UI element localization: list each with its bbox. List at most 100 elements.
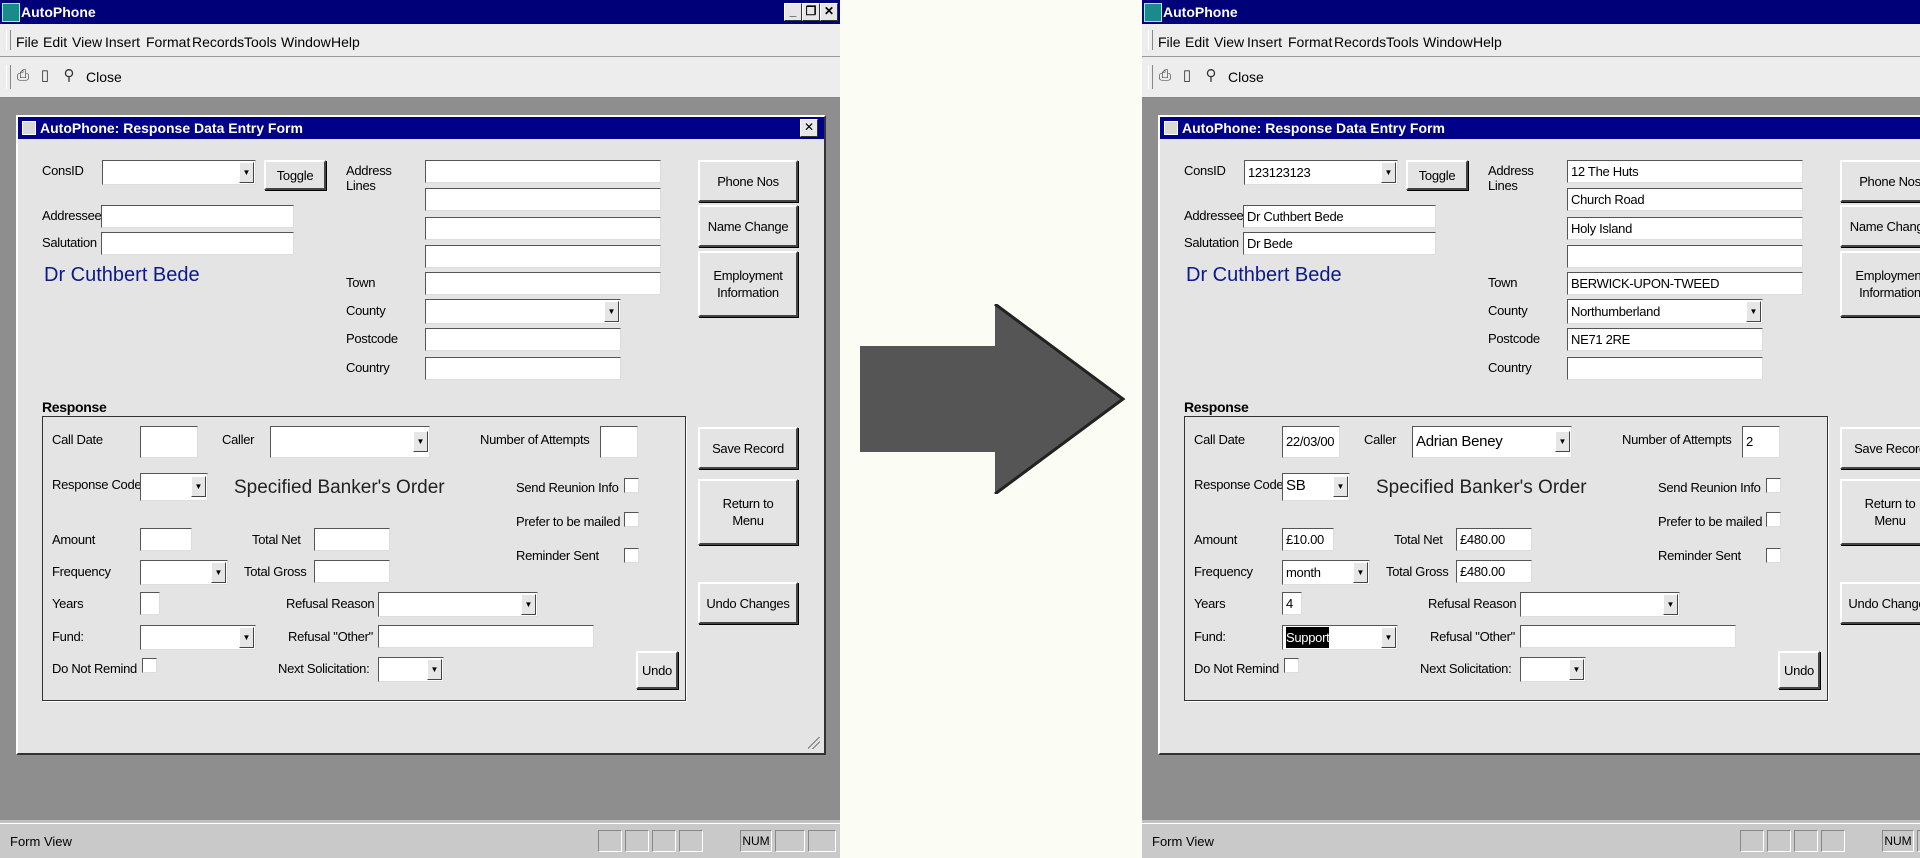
fund-combo[interactable]: Support ▼ xyxy=(1282,625,1398,650)
address-line-1[interactable]: 12 The Huts xyxy=(1567,160,1803,183)
addressee-field[interactable]: Dr Cuthbert Bede xyxy=(1243,205,1436,228)
call-date-field[interactable] xyxy=(140,426,198,458)
address-line-2[interactable]: Church Road xyxy=(1567,188,1803,211)
restore-icon[interactable]: ❐ xyxy=(802,3,820,21)
total-net-field[interactable]: £480.00 xyxy=(1456,528,1532,551)
total-gross-field[interactable] xyxy=(314,560,390,583)
prefer-mailed-checkbox[interactable] xyxy=(1766,512,1781,527)
chevron-down-icon[interactable]: ▼ xyxy=(211,562,226,583)
undo-changes-button[interactable]: Undo Changes xyxy=(698,582,798,624)
name-change-button[interactable]: Name Change xyxy=(1840,205,1920,247)
return-to-menu-button[interactable]: Return to Menu xyxy=(1840,479,1920,545)
response-code-combo[interactable]: SB ▼ xyxy=(1282,473,1350,501)
years-field[interactable] xyxy=(140,592,160,615)
close-icon[interactable]: ✕ xyxy=(820,3,838,21)
menu-edit[interactable]: Edit xyxy=(43,34,67,50)
menu-records[interactable]: Records xyxy=(192,34,244,50)
zoom-icon[interactable]: ⚲ xyxy=(1202,67,1220,85)
chevron-down-icon[interactable]: ▼ xyxy=(521,594,536,615)
prefer-mailed-checkbox[interactable] xyxy=(624,512,639,527)
county-combo[interactable]: Northumberland ▼ xyxy=(1567,299,1763,324)
menu-edit[interactable]: Edit xyxy=(1185,34,1209,50)
country-field[interactable] xyxy=(425,357,621,380)
name-change-button[interactable]: Name Change xyxy=(698,205,798,247)
postcode-field[interactable] xyxy=(425,328,621,351)
address-line-4[interactable] xyxy=(1567,245,1803,268)
county-combo[interactable]: ▼ xyxy=(425,299,621,324)
response-code-combo[interactable]: ▼ xyxy=(140,473,208,501)
send-reunion-checkbox[interactable] xyxy=(624,478,639,493)
attempts-field[interactable] xyxy=(600,426,638,458)
address-line-2[interactable] xyxy=(425,188,661,211)
salutation-field[interactable] xyxy=(101,232,294,255)
menu-insert[interactable]: Insert xyxy=(105,34,140,50)
phone-nos-button[interactable]: Phone Nos xyxy=(1840,160,1920,202)
menu-view[interactable]: View xyxy=(1214,34,1244,50)
menu-window[interactable]: Window xyxy=(1423,34,1473,50)
chevron-down-icon[interactable]: ▼ xyxy=(1746,301,1761,322)
attempts-field[interactable]: 2 xyxy=(1742,426,1780,458)
postcode-field[interactable]: NE71 2RE xyxy=(1567,328,1763,351)
call-date-field[interactable]: 22/03/00 xyxy=(1282,426,1340,458)
reminder-sent-checkbox[interactable] xyxy=(624,548,639,563)
menu-help[interactable]: Help xyxy=(331,34,360,50)
salutation-field[interactable]: Dr Bede xyxy=(1243,232,1436,255)
refusal-other-field[interactable] xyxy=(378,625,594,648)
chevron-down-icon[interactable]: ▼ xyxy=(1381,162,1396,183)
menu-format[interactable]: Format xyxy=(146,34,190,50)
chevron-down-icon[interactable]: ▼ xyxy=(239,162,254,183)
toggle-button[interactable]: Toggle xyxy=(1406,160,1468,190)
addressee-field[interactable] xyxy=(101,205,294,228)
town-field[interactable]: BERWICK-UPON-TWEED xyxy=(1567,272,1803,295)
print-icon[interactable]: ⎙ xyxy=(1156,67,1174,85)
menu-file[interactable]: File xyxy=(1158,34,1181,50)
print-preview-icon[interactable]: ▯ xyxy=(1178,67,1196,85)
toolbar-close-button[interactable]: Close xyxy=(86,69,122,85)
total-net-field[interactable] xyxy=(314,528,390,551)
chevron-down-icon[interactable]: ▼ xyxy=(191,476,206,497)
form-close-icon[interactable]: ✕ xyxy=(800,119,818,137)
chevron-down-icon[interactable]: ▼ xyxy=(1381,627,1396,648)
toolbar-close-button[interactable]: Close xyxy=(1228,69,1264,85)
refusal-other-field[interactable] xyxy=(1520,625,1736,648)
chevron-down-icon[interactable]: ▼ xyxy=(604,301,619,322)
save-record-button[interactable]: Save Record xyxy=(1840,427,1920,469)
menu-insert[interactable]: Insert xyxy=(1247,34,1282,50)
chevron-down-icon[interactable]: ▼ xyxy=(413,431,428,452)
country-field[interactable] xyxy=(1567,357,1763,380)
consid-combo[interactable]: ▼ xyxy=(102,160,256,185)
address-line-3[interactable] xyxy=(425,217,661,240)
frequency-combo[interactable]: ▼ xyxy=(140,560,228,585)
chevron-down-icon[interactable]: ▼ xyxy=(239,627,254,648)
menu-file[interactable]: File xyxy=(16,34,39,50)
print-icon[interactable]: ⎙ xyxy=(14,67,32,85)
return-to-menu-button[interactable]: Return to Menu xyxy=(698,479,798,545)
address-line-3[interactable]: Holy Island xyxy=(1567,217,1803,240)
minimize-icon[interactable]: _ xyxy=(784,3,802,21)
town-field[interactable] xyxy=(425,272,661,295)
caller-combo[interactable]: Adrian Beney ▼ xyxy=(1412,426,1572,458)
chevron-down-icon[interactable]: ▼ xyxy=(1555,431,1570,452)
menu-records[interactable]: Records xyxy=(1334,34,1386,50)
chevron-down-icon[interactable]: ▼ xyxy=(427,659,442,680)
chevron-down-icon[interactable]: ▼ xyxy=(1569,659,1584,680)
refusal-reason-combo[interactable]: ▼ xyxy=(1520,592,1680,617)
menu-view[interactable]: View xyxy=(72,34,102,50)
next-solicitation-combo[interactable]: ▼ xyxy=(378,657,444,682)
phone-nos-button[interactable]: Phone Nos xyxy=(698,160,798,202)
menu-help[interactable]: Help xyxy=(1473,34,1502,50)
do-not-remind-checkbox[interactable] xyxy=(142,658,157,673)
fund-combo[interactable]: ▼ xyxy=(140,625,256,650)
toggle-button[interactable]: Toggle xyxy=(264,160,326,190)
chevron-down-icon[interactable]: ▼ xyxy=(1333,476,1348,497)
chevron-down-icon[interactable]: ▼ xyxy=(1353,562,1368,583)
refusal-reason-combo[interactable]: ▼ xyxy=(378,592,538,617)
undo-changes-button[interactable]: Undo Changes xyxy=(1840,582,1920,624)
undo-button[interactable]: Undo xyxy=(636,651,678,689)
reminder-sent-checkbox[interactable] xyxy=(1766,548,1781,563)
frequency-combo[interactable]: month ▼ xyxy=(1282,560,1370,585)
amount-field[interactable] xyxy=(140,528,192,551)
menu-format[interactable]: Format xyxy=(1288,34,1332,50)
print-preview-icon[interactable]: ▯ xyxy=(36,67,54,85)
menu-window[interactable]: Window xyxy=(281,34,331,50)
